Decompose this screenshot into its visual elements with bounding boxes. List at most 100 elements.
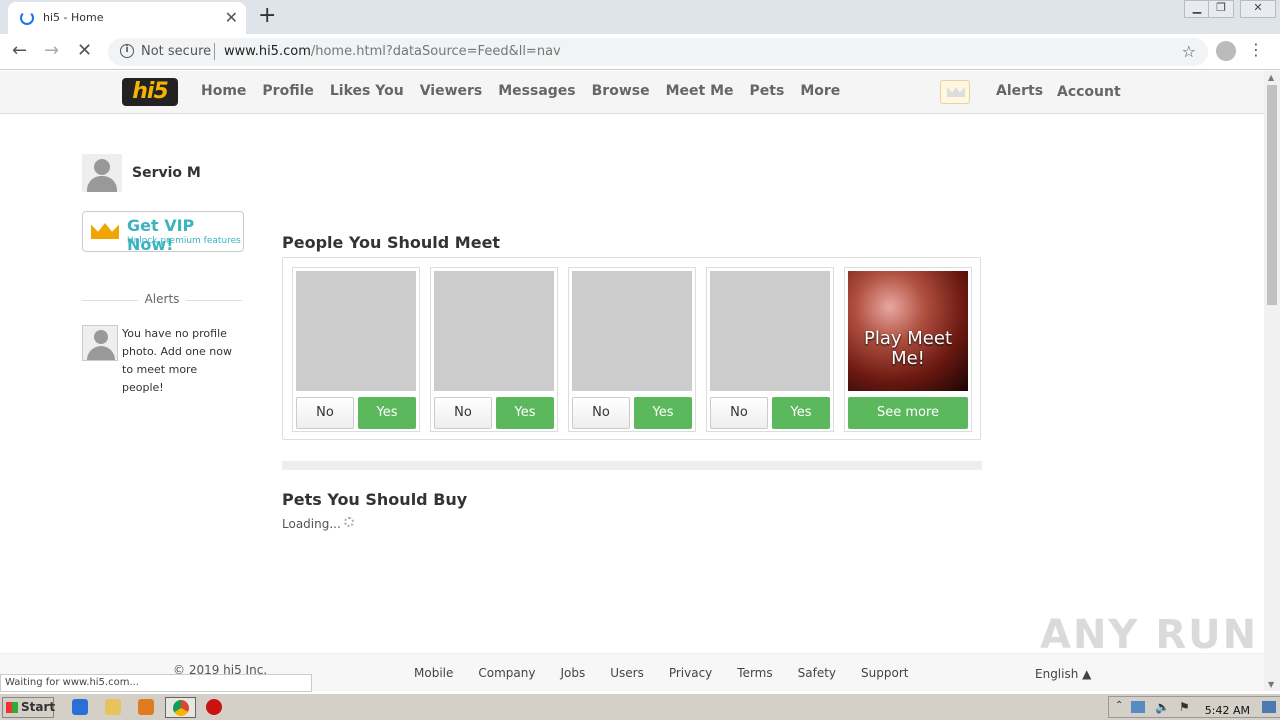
- ie-icon[interactable]: [72, 699, 88, 715]
- meet-box: No Yes No Yes No Yes No Yes Play Meet Me…: [282, 257, 981, 440]
- no-button[interactable]: No: [296, 397, 354, 429]
- tab-close-icon[interactable]: ✕: [225, 8, 238, 27]
- volume-icon[interactable]: 🔈: [1155, 700, 1170, 714]
- footer-link-privacy[interactable]: Privacy: [669, 666, 712, 680]
- profile-photo-placeholder[interactable]: [710, 271, 830, 391]
- url-path: /home.html?dataSource=Feed&ll=nav: [310, 44, 561, 59]
- stop-icon[interactable]: ✕: [77, 40, 92, 61]
- nav-messages[interactable]: Messages: [498, 83, 575, 99]
- restore-icon[interactable]: ❐: [1208, 0, 1234, 18]
- alert-message[interactable]: You have no profile photo. Add one now t…: [122, 325, 232, 397]
- user-avatar[interactable]: [82, 154, 122, 192]
- scroll-up-icon[interactable]: ▲: [1268, 73, 1274, 82]
- footer-link-terms[interactable]: Terms: [737, 666, 772, 680]
- forward-icon[interactable]: →: [44, 40, 59, 61]
- tray-expand-icon[interactable]: ⌃: [1115, 700, 1123, 711]
- action-center-flag-icon[interactable]: ⚑: [1179, 700, 1190, 714]
- back-icon[interactable]: ←: [12, 40, 27, 61]
- scroll-down-icon[interactable]: ▼: [1268, 680, 1274, 689]
- pets-you-should-buy-title: Pets You Should Buy: [282, 490, 468, 509]
- minimize-icon[interactable]: ▁: [1184, 0, 1210, 18]
- username[interactable]: Servio M: [132, 165, 201, 181]
- windows-taskbar: Start ⌃ 🔈 ⚑ 5:42 AM: [0, 693, 1280, 720]
- yes-button[interactable]: Yes: [358, 397, 416, 429]
- profile-photo-placeholder[interactable]: [296, 271, 416, 391]
- nav-likes-you[interactable]: Likes You: [330, 83, 404, 99]
- folder-icon[interactable]: [105, 699, 121, 715]
- browser-tab[interactable]: hi5 - Home ✕: [8, 2, 246, 34]
- crown-icon: [947, 87, 965, 97]
- divider-line: [186, 300, 242, 301]
- alerts-heading-label: Alerts: [144, 292, 180, 306]
- see-more-button[interactable]: See more: [848, 397, 968, 429]
- close-window-icon[interactable]: ✕: [1240, 0, 1276, 18]
- nav-browse[interactable]: Browse: [592, 83, 650, 99]
- play-meet-me-card: Play Meet Me! See more: [844, 267, 972, 432]
- no-button[interactable]: No: [572, 397, 630, 429]
- vip-subtitle: Unlock premium features: [127, 236, 241, 246]
- nav-meet-me[interactable]: Meet Me: [666, 83, 734, 99]
- avatar-head: [94, 159, 110, 175]
- alert-avatar[interactable]: [82, 325, 118, 361]
- footer-link-mobile[interactable]: Mobile: [414, 666, 453, 680]
- play-meet-me-text: Play Meet Me!: [864, 328, 952, 369]
- meet-card: No Yes: [430, 267, 558, 432]
- network-icon[interactable]: [1131, 701, 1145, 713]
- meet-card: No Yes: [292, 267, 420, 432]
- site-navbar: hi5 Home Profile Likes You Viewers Messa…: [0, 71, 1264, 114]
- nav-more[interactable]: More: [800, 83, 840, 99]
- nav-alerts[interactable]: Alerts: [996, 83, 1043, 99]
- profile-photo-placeholder[interactable]: [434, 271, 554, 391]
- nav-home[interactable]: Home: [201, 83, 246, 99]
- footer-link-support[interactable]: Support: [861, 666, 908, 680]
- no-button[interactable]: No: [434, 397, 492, 429]
- system-tray: ⌃ 🔈 ⚑ 5:42 AM: [1108, 696, 1280, 718]
- not-secure-label[interactable]: Not secure: [141, 44, 211, 59]
- no-button[interactable]: No: [710, 397, 768, 429]
- start-label: Start: [21, 700, 56, 714]
- bookmark-star-icon[interactable]: ☆: [1182, 42, 1196, 61]
- nav-account[interactable]: Account: [1057, 84, 1121, 100]
- anyrun-watermark: ANY RUN: [1040, 612, 1259, 658]
- loading-text: Loading...: [282, 517, 341, 531]
- get-vip-button[interactable]: Get VIP Now! Unlock premium features: [82, 211, 244, 254]
- avatar-body: [87, 346, 115, 360]
- footer-link-safety[interactable]: Safety: [798, 666, 836, 680]
- new-tab-button[interactable]: +: [258, 3, 276, 28]
- yes-button[interactable]: Yes: [496, 397, 554, 429]
- footer-link-company[interactable]: Company: [478, 666, 535, 680]
- chrome-icon: [173, 700, 189, 716]
- tab-title: hi5 - Home: [43, 11, 104, 24]
- language-selector[interactable]: English ▲: [1035, 667, 1091, 681]
- nav-profile[interactable]: Profile: [262, 83, 313, 99]
- address-bar[interactable]: i Not secure www.hi5.com/home.html?dataS…: [108, 38, 1208, 66]
- people-you-should-meet-title: People You Should Meet: [282, 233, 501, 252]
- page-scrollbar[interactable]: ▲ ▼: [1264, 71, 1280, 691]
- footer-link-jobs[interactable]: Jobs: [560, 666, 585, 680]
- footer-link-users[interactable]: Users: [610, 666, 644, 680]
- scrollbar-thumb[interactable]: [1267, 85, 1277, 305]
- show-desktop-icon[interactable]: [1262, 701, 1276, 713]
- menu-kebab-icon[interactable]: ⋮: [1248, 40, 1264, 59]
- nav-pets[interactable]: Pets: [750, 83, 785, 99]
- play-meet-me-image[interactable]: Play Meet Me!: [848, 271, 968, 391]
- opera-icon[interactable]: [206, 699, 222, 715]
- start-button[interactable]: Start: [2, 697, 56, 718]
- vip-crown-icon: [91, 223, 119, 239]
- omnibox-separator: [214, 43, 215, 60]
- vip-crown-button[interactable]: [940, 80, 970, 104]
- taskbar-chrome-button[interactable]: [165, 697, 196, 718]
- info-icon[interactable]: i: [120, 44, 134, 58]
- profile-icon[interactable]: [1216, 41, 1236, 61]
- yes-button[interactable]: Yes: [634, 397, 692, 429]
- hi5-logo[interactable]: hi5: [122, 78, 178, 106]
- browser-tabbar: hi5 - Home ✕ + ▁ ❐ ✕: [0, 0, 1280, 34]
- avatar-body: [87, 176, 117, 192]
- nav-viewers[interactable]: Viewers: [420, 83, 483, 99]
- yes-button[interactable]: Yes: [772, 397, 830, 429]
- media-player-icon[interactable]: [138, 699, 154, 715]
- profile-photo-placeholder[interactable]: [572, 271, 692, 391]
- clock[interactable]: 5:42 AM: [1205, 704, 1250, 717]
- meet-card: No Yes: [568, 267, 696, 432]
- url-text[interactable]: www.hi5.com/home.html?dataSource=Feed&ll…: [224, 44, 561, 59]
